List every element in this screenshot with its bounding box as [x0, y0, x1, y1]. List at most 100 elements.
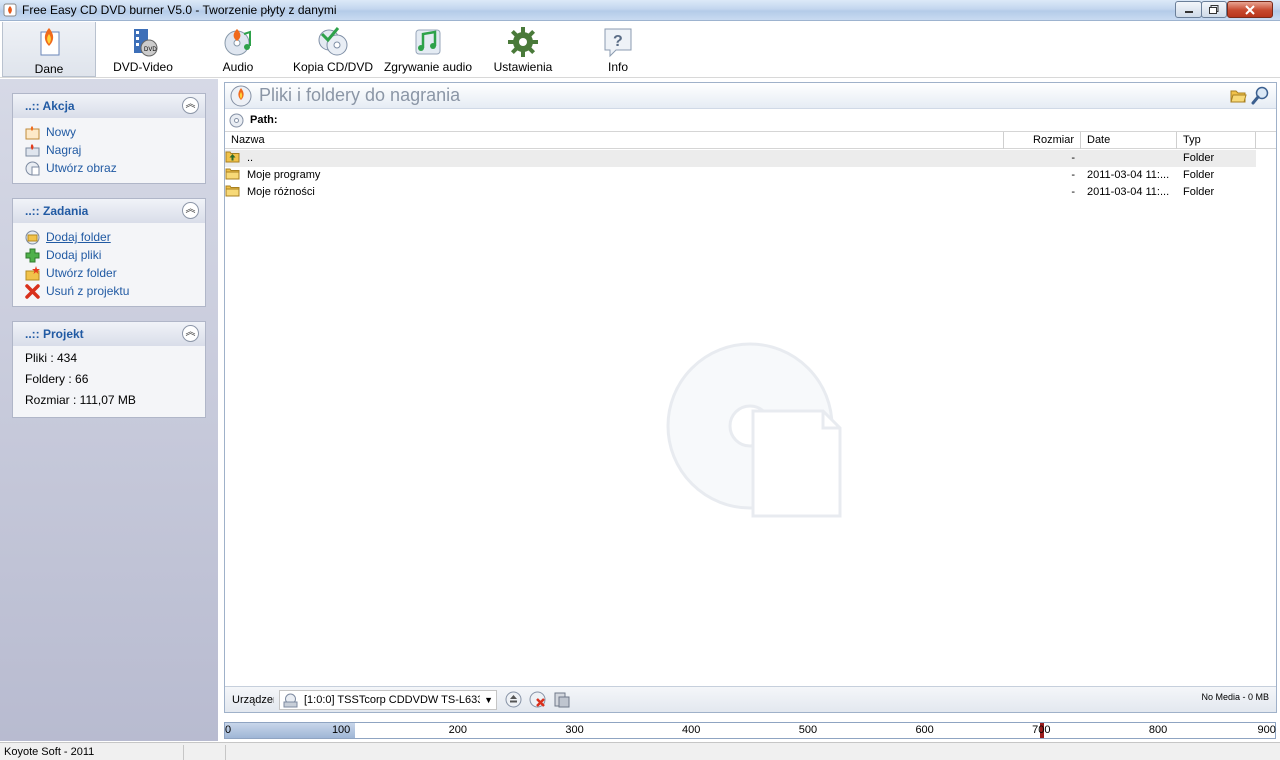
capacity-scale: 0 100 200 300 400 500 600 700 800 900 [224, 722, 1276, 739]
audio-rip-icon [415, 29, 441, 55]
collapse-button[interactable]: ︽ [182, 325, 199, 342]
scale-tick: 400 [682, 724, 701, 736]
scale-tick: 200 [448, 724, 467, 736]
panel-zadania: ..:: Zadania ︽ Dodaj folder Dodaj pliki … [12, 198, 206, 307]
maximize-button[interactable] [1201, 1, 1227, 18]
file-date [1087, 150, 1169, 167]
file-date: 2011-03-04 11:... [1087, 169, 1169, 181]
sidebar: ..:: Akcja ︽ Nowy Nagraj Utwórz obraz ..… [0, 79, 218, 741]
column-name[interactable]: Nazwa [225, 132, 1004, 149]
disc-icon [229, 113, 244, 128]
file-type: Folder [1183, 186, 1215, 198]
title-bar: Free Easy CD DVD burner V5.0 - Tworzenie… [0, 0, 1280, 21]
audio-disc-icon [224, 29, 251, 56]
tab-zgrywanie[interactable]: Zgrywanie audio [382, 22, 474, 77]
project-folders-count: Foldery : 66 [25, 372, 89, 386]
path-bar: Path: [225, 110, 1276, 131]
column-size[interactable]: Rozmiar [1004, 132, 1081, 149]
task-add-folder[interactable]: Dodaj folder [13, 228, 205, 246]
task-add-files[interactable]: Dodaj pliki [13, 246, 205, 264]
app-icon [3, 3, 17, 17]
remove-icon [25, 284, 40, 299]
folder-up-icon [225, 151, 240, 163]
file-panel-header: Pliki i foldery do nagrania [225, 83, 1276, 109]
task-remove[interactable]: Usuń z projektu [13, 282, 205, 300]
file-row[interactable]: Moje programy - 2011-03-04 11:... Folder [225, 167, 1276, 184]
panel-header: ..:: Akcja ︽ [13, 94, 205, 118]
eject-icon[interactable] [505, 691, 522, 708]
minimize-icon [1184, 10, 1193, 13]
scale-tick: 900 [1257, 724, 1276, 736]
data-disc-icon [40, 28, 60, 56]
minimize-button[interactable] [1175, 1, 1202, 18]
file-list-header: Nazwa Rozmiar Date Typ [225, 131, 1276, 149]
svg-text:DVD: DVD [144, 47, 157, 53]
panel-header: ..:: Projekt ︽ [13, 322, 205, 346]
scale-tick: 500 [798, 724, 818, 736]
project-size: Rozmiar : 111,07 MB [25, 393, 136, 407]
action-burn[interactable]: Nagraj [13, 141, 205, 159]
file-panel-title: Pliki i foldery do nagrania [259, 85, 461, 105]
column-date[interactable]: Date [1081, 132, 1177, 149]
collapse-button[interactable]: ︽ [182, 202, 199, 219]
panel-title: ..:: Projekt [25, 327, 84, 341]
main-toolbar: Dane DVD DVD-Video Audio Kopia CD/DVD Zg… [0, 22, 1280, 78]
close-icon [1245, 4, 1255, 15]
erase-disc-icon[interactable] [529, 691, 546, 708]
search-icon[interactable] [1251, 86, 1270, 105]
tab-info[interactable]: ? Info [584, 22, 652, 77]
tab-label: Dane [34, 62, 64, 76]
collapse-button[interactable]: ︽ [182, 97, 199, 114]
chevron-up-icon: ︽ [185, 99, 196, 110]
scale-tick: 700 [1032, 724, 1051, 736]
gear-icon [508, 27, 538, 57]
device-select[interactable]: [1:0:0] TSSTcorp CDDVDW TS-L633 ▼ [279, 690, 497, 710]
tab-kopia[interactable]: Kopia CD/DVD [290, 22, 376, 77]
tab-audio[interactable]: Audio [198, 22, 278, 77]
device-bar: Urządzenie [1:0:0] TSSTcorp CDDVDW TS-L6… [225, 686, 1276, 712]
task-label: Dodaj pliki [46, 248, 102, 262]
status-text: Koyote Soft - 2011 [4, 745, 184, 760]
close-button[interactable] [1227, 1, 1273, 18]
action-label: Utwórz obraz [46, 161, 117, 175]
dvd-video-icon: DVD [134, 29, 158, 57]
media-status: No Media - 0 MB [1201, 692, 1269, 702]
tab-label: DVD-Video [113, 60, 173, 74]
file-row[interactable]: Moje różności - 2011-03-04 11:... Folder [225, 184, 1276, 201]
disc-info-icon[interactable] [553, 691, 570, 708]
task-create-folder[interactable]: Utwórz folder [13, 264, 205, 282]
window-title: Free Easy CD DVD burner V5.0 - Tworzenie… [22, 3, 337, 17]
dropdown-arrow-icon: ▼ [484, 695, 493, 705]
action-label: Nagraj [46, 143, 82, 157]
restore-icon [1209, 5, 1219, 14]
file-name: Moje różności [247, 186, 315, 198]
tab-label: Ustawienia [493, 60, 553, 74]
add-folder-icon [25, 230, 40, 245]
tab-ustawienia[interactable]: Ustawienia [486, 22, 560, 77]
column-type[interactable]: Typ [1177, 132, 1256, 149]
tab-dane[interactable]: Dane [2, 22, 96, 77]
panel-akcja: ..:: Akcja ︽ Nowy Nagraj Utwórz obraz [12, 93, 206, 184]
scale-tick: 300 [565, 724, 584, 736]
svg-text:?: ? [613, 33, 623, 50]
tab-dvd-video[interactable]: DVD DVD-Video [100, 22, 186, 77]
status-bar: Koyote Soft - 2011 [0, 742, 1280, 760]
action-label: Nowy [46, 125, 77, 139]
open-folder-icon[interactable] [1230, 88, 1247, 103]
file-size: - [1071, 186, 1075, 198]
file-row-parent[interactable]: .. - Folder [225, 150, 1256, 167]
device-select-value: [1:0:0] TSSTcorp CDDVDW TS-L633 [304, 694, 480, 706]
disc-copy-icon [318, 27, 348, 56]
file-size: - [1071, 169, 1075, 181]
action-create-image[interactable]: Utwórz obraz [13, 159, 205, 177]
scale-tick: 100 [331, 724, 351, 736]
file-panel: Pliki i foldery do nagrania Path: Nazwa … [224, 82, 1277, 713]
file-name: .. [247, 152, 254, 164]
scale-tick: 0 [225, 724, 232, 736]
chevron-up-icon: ︽ [185, 204, 196, 215]
scale-tick: 600 [915, 724, 934, 736]
file-type: Folder [1183, 152, 1215, 164]
action-new[interactable]: Nowy [13, 123, 205, 141]
panel-projekt: ..:: Projekt ︽ Pliki : 434 Foldery : 66 … [12, 321, 206, 418]
panel-header: ..:: Zadania ︽ [13, 199, 205, 223]
